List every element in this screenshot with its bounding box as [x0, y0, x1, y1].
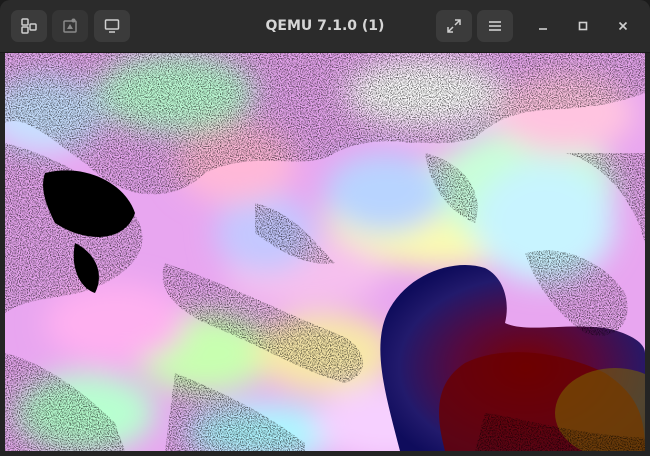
minimize-icon — [537, 17, 549, 36]
minimize-button[interactable] — [531, 14, 555, 38]
window-title: QEMU 7.1.0 (1) — [265, 18, 385, 34]
display-button[interactable] — [94, 10, 130, 42]
screenshot-icon — [61, 17, 79, 35]
menu-icon — [486, 17, 504, 35]
close-icon — [617, 17, 629, 36]
fractal-image — [5, 53, 645, 451]
view-switch-button[interactable] — [11, 10, 47, 42]
menu-button[interactable] — [477, 10, 513, 42]
fullscreen-icon — [445, 17, 463, 35]
display-icon — [103, 17, 121, 35]
vm-display[interactable] — [5, 53, 645, 451]
view-switch-icon — [20, 17, 38, 35]
close-button[interactable] — [611, 14, 635, 38]
maximize-button[interactable] — [571, 14, 595, 38]
qemu-window: QEMU 7.1.0 (1) — [0, 0, 650, 456]
screenshot-button[interactable] — [52, 10, 88, 42]
title-bar: QEMU 7.1.0 (1) — [0, 0, 650, 53]
maximize-icon — [577, 17, 589, 36]
fullscreen-button[interactable] — [436, 10, 472, 42]
